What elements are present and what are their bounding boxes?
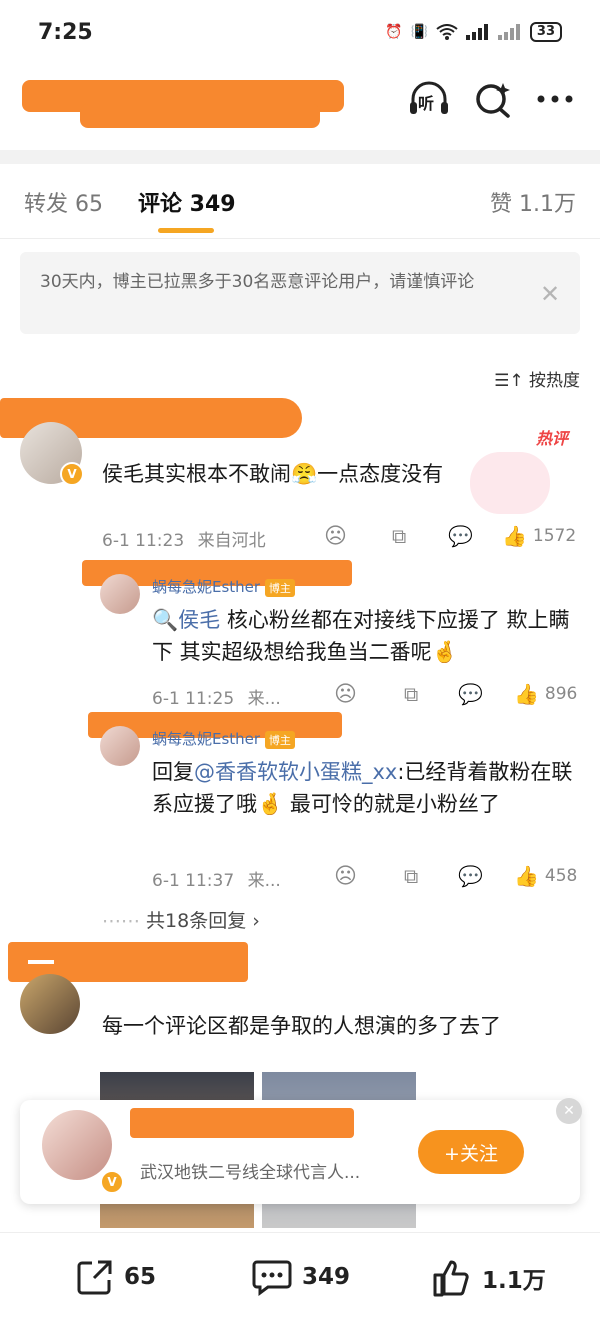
reply-reply-button[interactable]: 💬 [458, 682, 483, 706]
reply-time-2: 6-1 11:37 [152, 871, 235, 891]
listen-label: 听 [418, 94, 435, 113]
reply-username-2: 蜗每急妮Esther 博主 [152, 728, 295, 749]
sort-label: 按热度 [529, 371, 580, 391]
sort-icon: ☰↑ [494, 371, 524, 391]
more-replies-link[interactable]: ⋯⋯ 共18条回复 › [102, 906, 260, 933]
thumbs-up-icon: 👍 [514, 864, 539, 888]
reply-avatar[interactable] [100, 574, 140, 614]
search-sparkle-icon [476, 83, 510, 118]
dislike-face-icon: ☹ [334, 864, 357, 889]
status-time: 7:25 [38, 20, 93, 45]
more-button[interactable] [532, 76, 578, 122]
close-icon[interactable]: ✕ [556, 1098, 582, 1124]
hot-comment-badge: 热评 [535, 429, 568, 448]
reply-time: 6-1 11:25 [152, 689, 235, 709]
thumbs-up-icon [433, 1260, 469, 1297]
comment-icon: 💬 [458, 682, 483, 706]
verified-badge: V [100, 1170, 124, 1194]
status-icons: ⏰ 📳 33 [385, 22, 562, 42]
comment-icon: 💬 [458, 864, 483, 888]
share-icon: ⧉ [392, 524, 407, 548]
reply-text: 🔍侯毛 核心粉丝都在对接线下应援了 欺上瞒下 其实超级想给我鱼当二番呢🤞 [152, 608, 570, 664]
comment-text: 侯毛其实根本不敢闹😤一点态度没有 [102, 462, 444, 486]
dislike-face-icon: ☹ [334, 682, 357, 707]
tabs-divider [0, 238, 600, 239]
redacted-username-2 [80, 104, 320, 128]
notice-close-icon[interactable]: ✕ [540, 280, 560, 308]
reply-like-button[interactable]: 👍 896 [514, 682, 577, 706]
repost-button[interactable]: 65 [76, 1258, 156, 1296]
signal-icon [465, 24, 488, 40]
reply-source-2: 来... [247, 871, 281, 891]
tab-comments[interactable]: 评论 349 [138, 186, 236, 218]
comment-button[interactable]: 349 [252, 1258, 350, 1296]
sort-button[interactable]: ☰↑ 按热度 [494, 366, 580, 391]
comment-meta: 6-1 11:23 来自河北 [102, 526, 266, 551]
reply-avatar-2[interactable] [100, 726, 140, 766]
commenter-avatar-2[interactable] [20, 974, 80, 1034]
like-button[interactable]: 👍 1572 [502, 524, 576, 548]
thumbs-up-icon: 👍 [514, 682, 539, 706]
wifi-icon [436, 24, 458, 40]
reply2-dislike-button[interactable]: ☹ [334, 864, 357, 889]
reply-username: 蜗每急妮Esther 博主 [152, 576, 295, 597]
blogger-tag: 博主 [264, 731, 295, 749]
search-button[interactable] [470, 76, 516, 122]
share-button[interactable]: ⧉ [392, 524, 406, 548]
reply2-like-count: 458 [544, 866, 578, 886]
section-divider [0, 150, 600, 164]
dislike-face-icon: ☹ [324, 524, 347, 549]
tab-repost[interactable]: 转发 65 [24, 186, 103, 218]
reply-meta-2: 6-1 11:37 来... [152, 866, 281, 891]
more-dots-icon [537, 95, 573, 103]
reply-button[interactable]: 💬 [448, 524, 473, 548]
reply2-like-button[interactable]: 👍 458 [514, 864, 577, 888]
redaction-mark [28, 960, 54, 964]
redacted-card-name [130, 1108, 354, 1138]
active-tab-indicator [158, 228, 214, 233]
comment-bubble-icon [252, 1260, 292, 1296]
share-icon: ⧉ [404, 864, 419, 888]
more-dots: ⋯⋯ [102, 910, 147, 932]
reply2-reply-button[interactable]: 💬 [458, 864, 483, 888]
reply-share-button[interactable]: ⧉ [404, 682, 418, 706]
listen-button[interactable]: 听 [406, 76, 452, 122]
card-avatar[interactable] [42, 1110, 112, 1180]
like-count: 1572 [532, 526, 577, 546]
verified-badge: V [60, 462, 84, 486]
like-bar-button[interactable]: 1.1万 [432, 1258, 546, 1298]
like-bar-count: 1.1万 [482, 1268, 546, 1294]
battery-indicator: 33 [529, 22, 562, 42]
signal-2-icon [497, 24, 520, 40]
vibrate-icon: 📳 [410, 24, 428, 40]
comment-source: 来自河北 [197, 531, 266, 551]
reply-text-2: 回复@香香软软小蛋糕_xx:已经背着散粉在联系应援了哦🤞 最可怜的就是小粉丝了 [152, 760, 573, 816]
mention-link[interactable]: @香香软软小蛋糕_xx [194, 760, 397, 784]
comment-text-2: 每一个评论区都是争取的人想演的多了去了 [102, 1014, 501, 1038]
chevron-right-icon: › [246, 910, 260, 932]
reply2-share-button[interactable]: ⧉ [404, 864, 418, 888]
blogger-tag: 博主 [264, 579, 295, 597]
notice-text: 30天内，博主已拉黑多于30名恶意评论用户，请谨慎评论 [40, 272, 475, 292]
repost-count: 65 [124, 1264, 157, 1290]
reply-meta: 6-1 11:25 来... [152, 684, 281, 709]
reply-dislike-button[interactable]: ☹ [334, 682, 357, 707]
comment-count: 349 [302, 1264, 351, 1290]
mention-link[interactable]: 🔍侯毛 [152, 608, 220, 632]
repost-icon [77, 1260, 112, 1295]
comment-time: 6-1 11:23 [102, 531, 185, 551]
dislike-button[interactable]: ☹ [324, 524, 347, 549]
follow-button[interactable]: +关注 [418, 1130, 524, 1174]
comment-icon: 💬 [448, 524, 473, 548]
reply-like-count: 896 [544, 684, 578, 704]
reply-source: 来... [247, 689, 281, 709]
alarm-icon: ⏰ [385, 24, 403, 40]
thumbs-up-icon: 👍 [502, 524, 527, 548]
share-icon: ⧉ [404, 682, 419, 706]
tab-likes[interactable]: 赞 1.1万 [490, 186, 576, 218]
card-subtitle: 武汉地铁二号线全球代言人... [140, 1163, 361, 1183]
